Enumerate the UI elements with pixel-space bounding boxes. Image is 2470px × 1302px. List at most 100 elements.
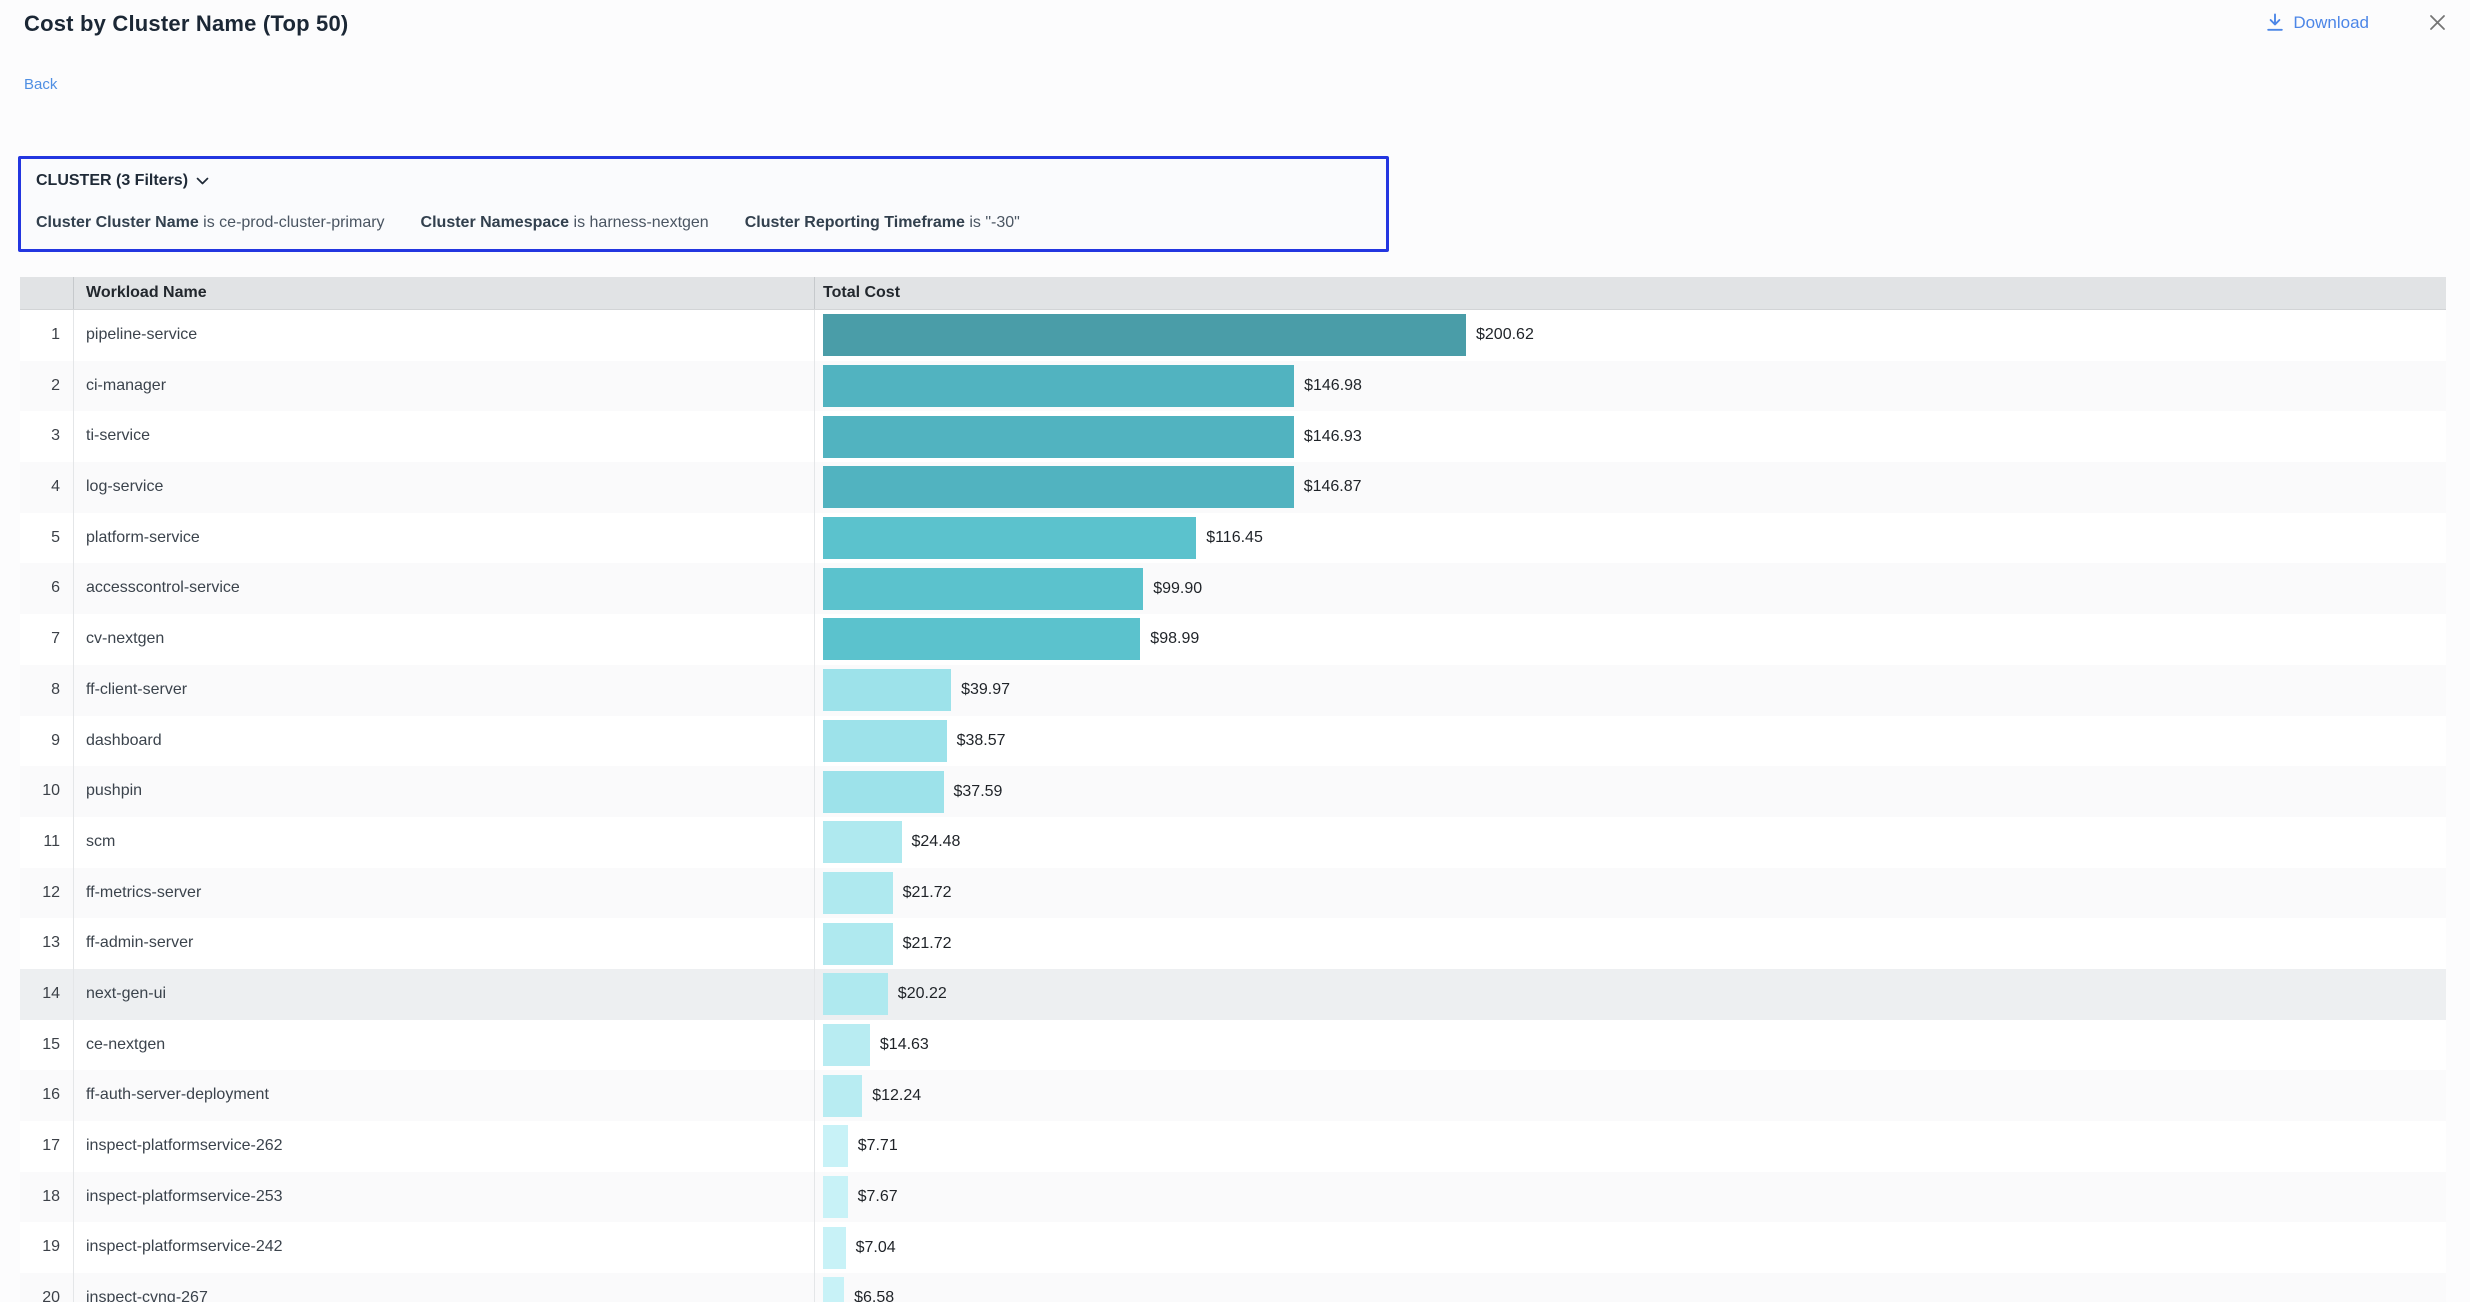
cost-value: $24.48 bbox=[912, 833, 961, 851]
table-row[interactable]: 14next-gen-ui$20.22 bbox=[20, 969, 2446, 1020]
total-cost-cell: $21.72 bbox=[815, 868, 2446, 919]
filter-operator: is bbox=[199, 214, 219, 231]
row-rank: 3 bbox=[20, 411, 74, 462]
cost-value: $146.87 bbox=[1304, 478, 1362, 496]
total-cost-cell: $200.62 bbox=[815, 310, 2446, 361]
download-icon bbox=[2266, 13, 2284, 32]
filter-dropdown-toggle[interactable]: CLUSTER (3 Filters) bbox=[36, 172, 209, 190]
workload-name-cell: next-gen-ui bbox=[74, 969, 815, 1020]
table-row[interactable]: 17inspect-platformservice-262$7.71 bbox=[20, 1121, 2446, 1172]
table-row[interactable]: 4log-service$146.87 bbox=[20, 462, 2446, 513]
cost-value: $37.59 bbox=[954, 783, 1003, 801]
total-cost-cell: $116.45 bbox=[815, 513, 2446, 564]
cost-bar bbox=[823, 771, 944, 813]
row-rank: 10 bbox=[20, 766, 74, 817]
workload-name-cell: ff-admin-server bbox=[74, 918, 815, 969]
table-row[interactable]: 7cv-nextgen$98.99 bbox=[20, 614, 2446, 665]
total-cost-cell: $37.59 bbox=[815, 766, 2446, 817]
header-actions: Download bbox=[2266, 12, 2448, 33]
table-row[interactable]: 8ff-client-server$39.97 bbox=[20, 665, 2446, 716]
cost-bar bbox=[823, 568, 1143, 610]
cost-bar bbox=[823, 669, 951, 711]
filter-operator: is bbox=[965, 214, 985, 231]
cost-bar bbox=[823, 365, 1294, 407]
cost-value: $6.58 bbox=[854, 1289, 894, 1302]
workload-name-cell: ff-client-server bbox=[74, 665, 815, 716]
total-cost-column-header: Total Cost bbox=[815, 277, 2446, 309]
rank-column-header bbox=[20, 277, 74, 309]
back-link[interactable]: Back bbox=[24, 76, 57, 93]
workload-name-cell: dashboard bbox=[74, 716, 815, 767]
cost-bar bbox=[823, 720, 947, 762]
filter-chip[interactable]: Cluster Reporting Timeframe is "-30" bbox=[745, 214, 1020, 232]
table-row[interactable]: 6accesscontrol-service$99.90 bbox=[20, 563, 2446, 614]
cost-bar bbox=[823, 1075, 862, 1117]
cost-value: $14.63 bbox=[880, 1036, 929, 1054]
total-cost-cell: $146.98 bbox=[815, 361, 2446, 412]
row-rank: 12 bbox=[20, 868, 74, 919]
page-title: Cost by Cluster Name (Top 50) bbox=[24, 11, 348, 37]
close-icon bbox=[2427, 12, 2448, 33]
table-row[interactable]: 16ff-auth-server-deployment$12.24 bbox=[20, 1070, 2446, 1121]
table-row[interactable]: 1pipeline-service$200.62 bbox=[20, 310, 2446, 361]
cost-table: Workload Name Total Cost 1pipeline-servi… bbox=[20, 277, 2446, 1302]
row-rank: 9 bbox=[20, 716, 74, 767]
table-row[interactable]: 15ce-nextgen$14.63 bbox=[20, 1020, 2446, 1071]
table-body: 1pipeline-service$200.622ci-manager$146.… bbox=[20, 310, 2446, 1302]
workload-name-cell: pipeline-service bbox=[74, 310, 815, 361]
cost-value: $116.45 bbox=[1206, 529, 1263, 547]
table-row[interactable]: 9dashboard $38.57 bbox=[20, 716, 2446, 767]
total-cost-cell: $7.04 bbox=[815, 1222, 2446, 1273]
table-row[interactable]: 5platform-service$116.45 bbox=[20, 513, 2446, 564]
cost-value: $7.71 bbox=[858, 1137, 898, 1155]
workload-name-cell: platform-service bbox=[74, 513, 815, 564]
cost-value: $7.67 bbox=[858, 1188, 898, 1206]
total-cost-cell: $146.93 bbox=[815, 411, 2446, 462]
cost-value: $21.72 bbox=[903, 884, 952, 902]
table-row[interactable]: 11scm$24.48 bbox=[20, 817, 2446, 868]
total-cost-cell: $38.57 bbox=[815, 716, 2446, 767]
filter-field: Cluster Reporting Timeframe bbox=[745, 214, 965, 231]
total-cost-cell: $20.22 bbox=[815, 969, 2446, 1020]
download-button[interactable]: Download bbox=[2266, 13, 2369, 33]
cost-bar bbox=[823, 872, 893, 914]
workload-name-cell: ff-metrics-server bbox=[74, 868, 815, 919]
table-row[interactable]: 19inspect-platformservice-242$7.04 bbox=[20, 1222, 2446, 1273]
table-row[interactable]: 13ff-admin-server$21.72 bbox=[20, 918, 2446, 969]
filter-operator: is bbox=[569, 214, 589, 231]
workload-name-cell: ti-service bbox=[74, 411, 815, 462]
cost-bar bbox=[823, 1227, 846, 1269]
table-row[interactable]: 18inspect-platformservice-253$7.67 bbox=[20, 1172, 2446, 1223]
cost-value: $39.97 bbox=[961, 681, 1010, 699]
table-row[interactable]: 10pushpin$37.59 bbox=[20, 766, 2446, 817]
cost-value: $38.57 bbox=[957, 732, 1006, 750]
workload-name-cell: log-service bbox=[74, 462, 815, 513]
total-cost-cell: $7.71 bbox=[815, 1121, 2446, 1172]
table-row[interactable]: 20inspect-cvng-267 $6.58 bbox=[20, 1273, 2446, 1302]
row-rank: 7 bbox=[20, 614, 74, 665]
cost-value: $20.22 bbox=[898, 985, 947, 1003]
table-row[interactable]: 12ff-metrics-server $21.72 bbox=[20, 868, 2446, 919]
row-rank: 1 bbox=[20, 310, 74, 361]
row-rank: 11 bbox=[20, 817, 74, 868]
cost-bar bbox=[823, 314, 1466, 356]
row-rank: 17 bbox=[20, 1121, 74, 1172]
table-row[interactable]: 2ci-manager$146.98 bbox=[20, 361, 2446, 412]
cost-bar bbox=[823, 1125, 848, 1167]
workload-name-cell: cv-nextgen bbox=[74, 614, 815, 665]
filter-value: harness-nextgen bbox=[590, 214, 709, 231]
filter-chip[interactable]: Cluster Namespace is harness-nextgen bbox=[421, 214, 709, 232]
cost-bar bbox=[823, 923, 893, 965]
total-cost-cell: $21.72 bbox=[815, 918, 2446, 969]
filter-value: "-30" bbox=[985, 214, 1019, 231]
close-button[interactable] bbox=[2427, 12, 2448, 33]
total-cost-cell: $24.48 bbox=[815, 817, 2446, 868]
row-rank: 20 bbox=[20, 1273, 74, 1302]
cost-bar bbox=[823, 1277, 844, 1302]
workload-name-cell: inspect-platformservice-253 bbox=[74, 1172, 815, 1223]
filter-chip[interactable]: Cluster Cluster Name is ce-prod-cluster-… bbox=[36, 214, 385, 232]
chevron-down-icon bbox=[196, 177, 209, 185]
filter-field: Cluster Cluster Name bbox=[36, 214, 199, 231]
workload-name-cell: inspect-cvng-267 bbox=[74, 1273, 815, 1302]
table-row[interactable]: 3ti-service$146.93 bbox=[20, 411, 2446, 462]
